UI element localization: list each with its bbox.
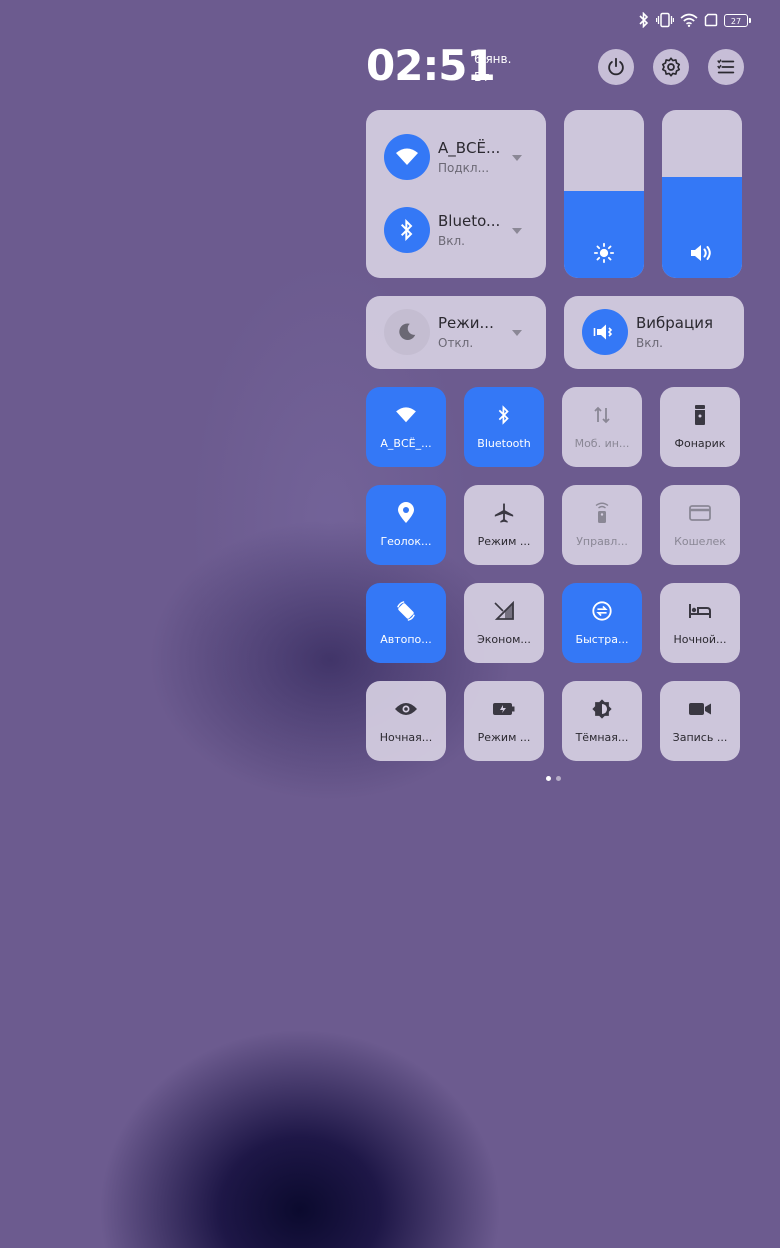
mobile-data-icon — [593, 403, 611, 427]
wifi-expand-chevron-icon[interactable] — [512, 155, 522, 161]
tile-mobile-data[interactable]: Моб. ин... — [562, 387, 642, 467]
tile-label: Кошелек — [674, 535, 726, 548]
connectivity-card: A_ВСЁ... Подкл... Blueto... Вкл. — [366, 110, 546, 278]
vibration-card[interactable]: Вибрация Вкл. — [564, 296, 744, 369]
list-edit-icon — [717, 59, 735, 74]
vibrate-status-icon — [656, 12, 674, 28]
dnd-row[interactable]: Режи... Откл. — [384, 309, 529, 355]
tile-eye[interactable]: Ночная... — [366, 681, 446, 761]
tile-wifi[interactable]: A_ВСЁ_... — [366, 387, 446, 467]
edit-tiles-button[interactable] — [708, 49, 744, 85]
wifi-row[interactable]: A_ВСЁ... Подкл... — [384, 134, 529, 180]
tile-label: Моб. ин... — [574, 437, 630, 450]
wifi-toggle[interactable] — [384, 134, 430, 180]
tile-label: A_ВСЁ_... — [380, 437, 432, 450]
tile-label: Быстра... — [575, 633, 629, 646]
date-block: 6 янв. Вт — [474, 50, 511, 86]
tile-label: Фонарик — [674, 437, 726, 450]
vibration-title: Вибрация — [636, 314, 713, 332]
dnd-status: Откл. — [438, 336, 474, 350]
bluetooth-toggle[interactable] — [384, 207, 430, 253]
tile-label: Управл... — [576, 535, 628, 548]
bed-icon — [688, 599, 712, 623]
tile-screen-record[interactable]: Запись ... — [660, 681, 740, 761]
screen-record-icon — [688, 697, 712, 721]
wifi-network-name: A_ВСЁ... — [438, 139, 501, 157]
wifi-status: Подкл... — [438, 161, 490, 175]
bluetooth-icon — [497, 403, 511, 427]
sun-icon — [593, 242, 615, 264]
eye-icon — [394, 697, 418, 721]
dnd-title: Режи... — [438, 314, 494, 332]
quick-share-icon — [591, 599, 613, 623]
bluetooth-status-icon — [639, 12, 649, 28]
volume-slider[interactable] — [662, 110, 742, 278]
flashlight-icon — [693, 403, 707, 427]
brightness-slider[interactable] — [564, 110, 644, 278]
vibrate-speaker-icon — [593, 324, 613, 340]
tile-battery-saver[interactable]: Режим ... — [464, 681, 544, 761]
tile-label: Тёмная... — [575, 731, 629, 744]
battery-saver-icon — [492, 697, 516, 721]
tile-flashlight[interactable]: Фонарик — [660, 387, 740, 467]
bluetooth-status: Вкл. — [438, 234, 465, 248]
tile-label: Bluetooth — [477, 437, 531, 450]
dnd-card[interactable]: Режи... Откл. — [366, 296, 546, 369]
tile-label: Геолок... — [380, 535, 432, 548]
battery-indicator: 27 — [724, 13, 751, 27]
vibration-row[interactable]: Вибрация Вкл. — [582, 309, 742, 355]
tile-remote[interactable]: Управл... — [562, 485, 642, 565]
tile-airplane[interactable]: Режим ... — [464, 485, 544, 565]
bluetooth-row[interactable]: Blueto... Вкл. — [384, 207, 529, 253]
data-saver-icon — [493, 599, 515, 623]
remote-icon — [593, 501, 611, 525]
power-button[interactable] — [598, 49, 634, 85]
bluetooth-title: Blueto... — [438, 212, 501, 230]
settings-button[interactable] — [653, 49, 689, 85]
page-dot-2[interactable] — [556, 776, 561, 781]
tile-bluetooth[interactable]: Bluetooth — [464, 387, 544, 467]
airplane-icon — [493, 501, 515, 525]
bluetooth-icon — [400, 219, 413, 241]
date: 6 янв. — [474, 52, 512, 66]
tile-label: Режим ... — [477, 731, 531, 744]
tile-label: Эконом... — [477, 633, 531, 646]
dark-mode-icon — [591, 697, 613, 721]
dnd-expand-chevron-icon[interactable] — [512, 330, 522, 336]
auto-rotate-icon — [395, 599, 417, 623]
location-icon — [397, 501, 415, 525]
speaker-icon — [691, 245, 711, 261]
tile-quick-share[interactable]: Быстра... — [562, 583, 642, 663]
tile-bed[interactable]: Ночной... — [660, 583, 740, 663]
dnd-toggle[interactable] — [384, 309, 430, 355]
tile-label: Режим ... — [477, 535, 531, 548]
page-dot-1[interactable] — [546, 776, 551, 781]
wifi-icon — [396, 148, 418, 165]
wifi-status-icon — [680, 13, 698, 27]
tile-dark-mode[interactable]: Тёмная... — [562, 681, 642, 761]
tile-label: Ночной... — [673, 633, 727, 646]
tile-label: Запись ... — [672, 731, 728, 744]
wallet-icon — [689, 501, 711, 525]
tile-label: Ночная... — [379, 731, 433, 744]
vibration-status: Вкл. — [636, 336, 663, 350]
wifi-icon — [395, 403, 417, 427]
sim-status-icon — [704, 13, 718, 27]
vibration-toggle[interactable] — [582, 309, 628, 355]
gear-icon — [661, 57, 681, 77]
bluetooth-expand-chevron-icon[interactable] — [512, 228, 522, 234]
tile-auto-rotate[interactable]: Автопо... — [366, 583, 446, 663]
brightness-level-fill — [564, 190, 644, 278]
moon-icon — [399, 323, 416, 340]
power-icon — [608, 57, 624, 76]
status-bar: 27 — [638, 10, 751, 30]
tile-data-saver[interactable]: Эконом... — [464, 583, 544, 663]
tile-wallet[interactable]: Кошелек — [660, 485, 740, 565]
weekday: Вт — [474, 70, 490, 84]
page-indicator — [546, 776, 561, 781]
tile-location[interactable]: Геолок... — [366, 485, 446, 565]
tile-label: Автопо... — [380, 633, 432, 646]
